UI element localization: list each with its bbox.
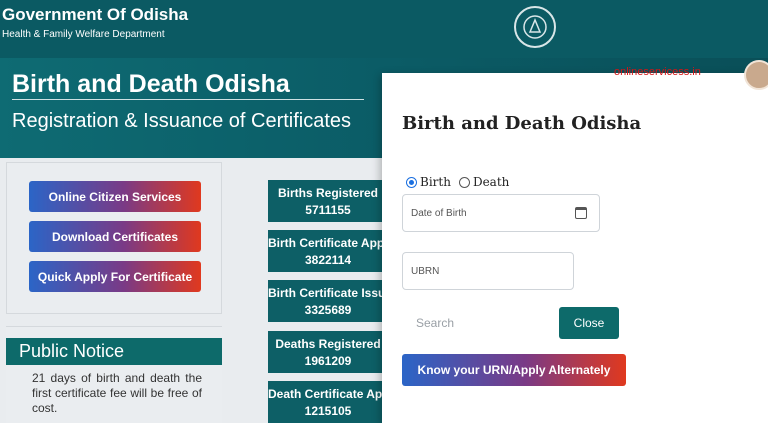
know-urn-apply-button[interactable]: Know your URN/Apply Alternately [402, 354, 626, 386]
avatar [744, 60, 768, 90]
ubrn-placeholder: UBRN [411, 265, 440, 277]
calendar-icon[interactable] [575, 207, 587, 219]
banner-subtitle: Registration & Issuance of Certificates [12, 110, 352, 132]
download-certificates-button[interactable]: Download Certificates [29, 221, 201, 252]
public-notice-text: 21 days of birth and death the first cer… [32, 371, 202, 415]
ubrn-field[interactable]: UBRN [402, 252, 574, 290]
stat-label: Birth Certificate Issued [268, 286, 388, 300]
date-placeholder: Date of Birth [411, 207, 467, 219]
gov-title: Government Of Odisha [2, 5, 189, 24]
quick-apply-button[interactable]: Quick Apply For Certificate [29, 261, 201, 292]
stat-label: Birth Certificate Applied [268, 236, 388, 250]
top-header: Government Of Odisha Health & Family Wel… [0, 0, 768, 58]
record-type-radios: Birth Death [406, 175, 509, 189]
death-radio-label: Death [472, 175, 510, 189]
banner-divider [12, 99, 364, 100]
stat-births-registered[interactable]: Births Registered 5711155 [268, 180, 388, 222]
stat-deaths-registered[interactable]: Deaths Registered 1961209 [268, 331, 388, 373]
stat-label: Births Registered [277, 186, 379, 200]
stat-value: 3822114 [304, 253, 352, 267]
birth-radio-label: Birth [420, 175, 451, 189]
department-subtitle: Health & Family Welfare Department [2, 29, 165, 40]
birth-radio[interactable] [406, 176, 417, 188]
state-emblem-icon [514, 6, 556, 48]
online-citizen-services-button[interactable]: Online Citizen Services [29, 181, 201, 212]
close-button[interactable]: Close [559, 307, 619, 339]
stat-value: 1961209 [304, 354, 352, 368]
stat-value: 5711155 [305, 203, 351, 217]
stat-label: Death Certificate Applied [268, 387, 388, 401]
stat-death-certificate-applied[interactable]: Death Certificate Applied 1215105 [268, 381, 388, 423]
modal-title: Birth and Death Odisha [402, 113, 642, 134]
search-modal: Birth and Death Odisha Birth Death Date … [382, 73, 768, 423]
public-notice-heading: Public Notice [6, 338, 222, 365]
death-radio[interactable] [458, 176, 470, 188]
services-panel: Online Citizen Services Download Certifi… [6, 162, 222, 314]
stat-value: 1215105 [304, 404, 352, 418]
watermark-text: onlineservicess.in [614, 66, 701, 78]
date-of-birth-field[interactable]: Date of Birth [402, 194, 600, 232]
stat-value: 3325689 [304, 303, 352, 317]
emblem-svg [523, 15, 547, 39]
stat-birth-certificate-applied[interactable]: Birth Certificate Applied 3822114 [268, 230, 388, 272]
search-button[interactable]: Search [416, 316, 454, 330]
stat-label: Deaths Registered [275, 337, 381, 351]
banner-title: Birth and Death Odisha [12, 70, 290, 98]
stat-birth-certificate-issued[interactable]: Birth Certificate Issued 3325689 [268, 280, 388, 322]
